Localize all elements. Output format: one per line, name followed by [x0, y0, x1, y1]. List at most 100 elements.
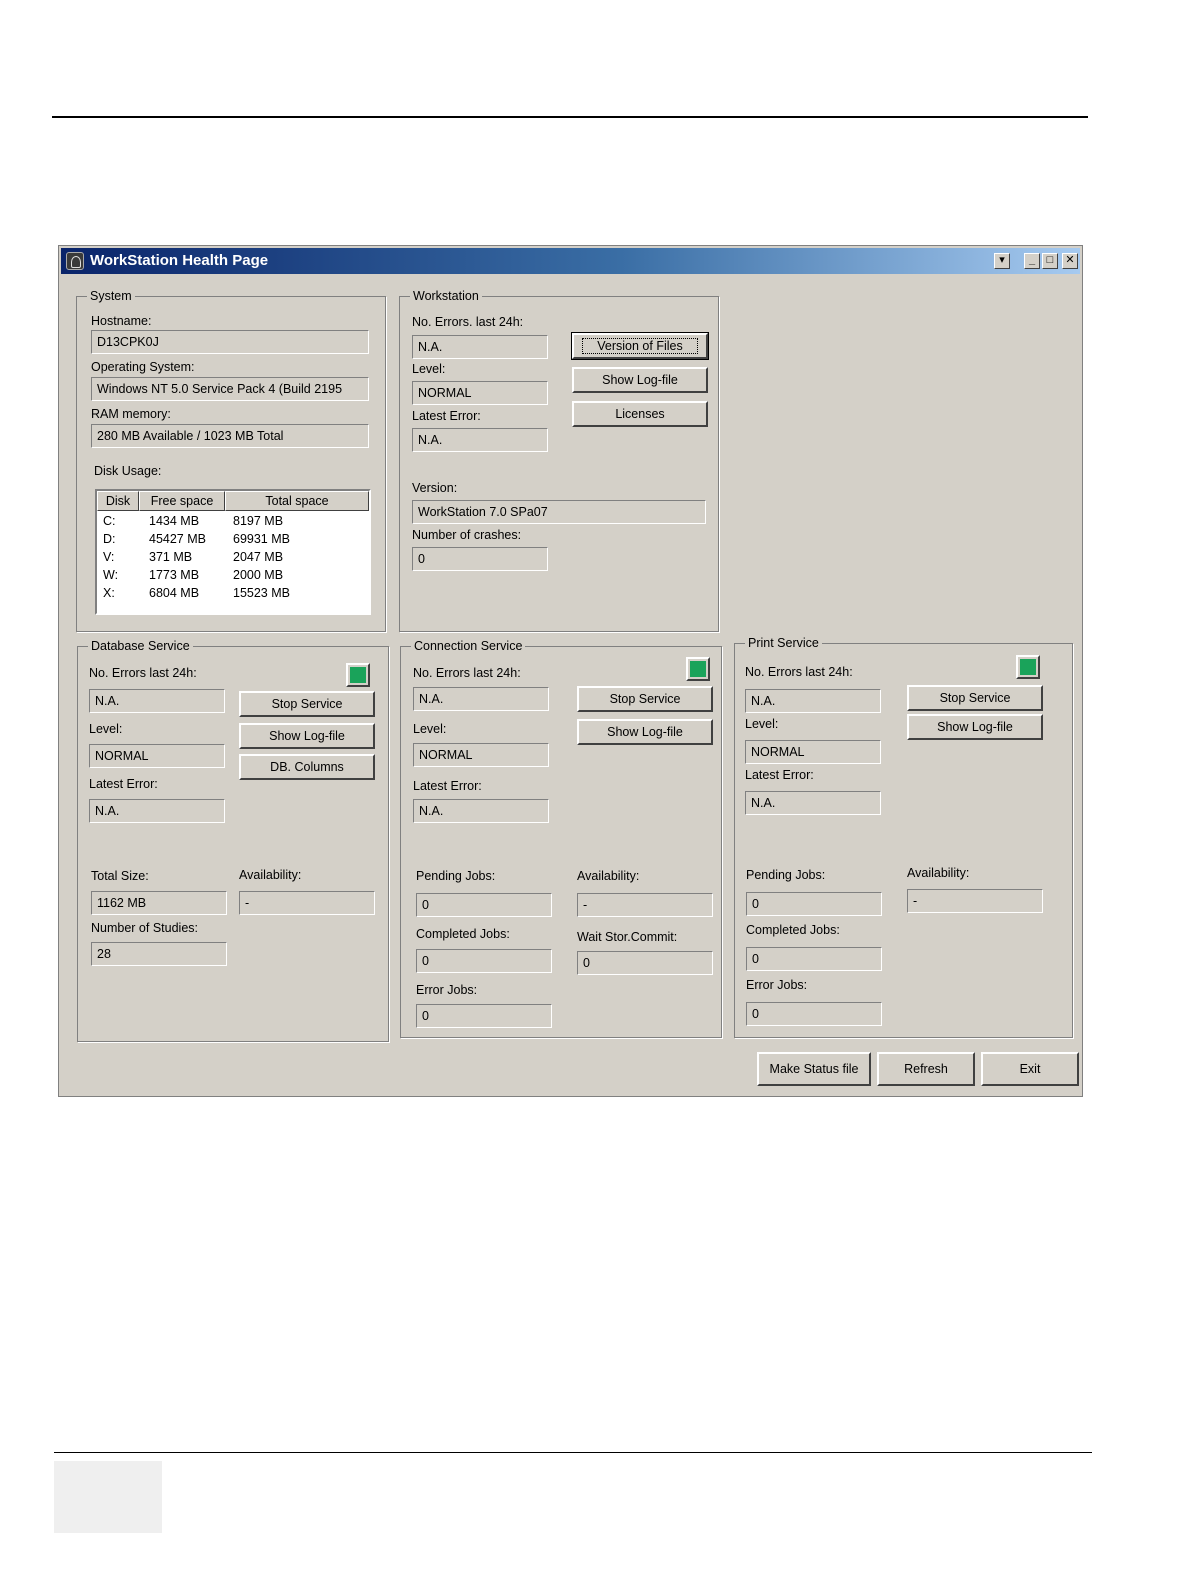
print-latest-error-label: Latest Error:	[745, 768, 814, 782]
table-row[interactable]: C: 1434 MB 8197 MB	[97, 512, 369, 530]
db-availability-field[interactable]: -	[239, 891, 375, 915]
os-field[interactable]: Windows NT 5.0 Service Pack 4 (Build 219…	[91, 377, 369, 401]
hostname-label: Hostname:	[91, 314, 152, 328]
maximize-icon[interactable]: □	[1042, 253, 1058, 269]
total-space-cell: 2000 MB	[233, 568, 284, 582]
db-errors-label: No. Errors last 24h:	[89, 666, 197, 680]
refresh-button[interactable]: Refresh	[877, 1052, 975, 1086]
column-header-total-space[interactable]: Total space	[225, 491, 369, 511]
connection-legend: Connection Service	[411, 639, 526, 653]
exit-button[interactable]: Exit	[981, 1052, 1079, 1086]
conn-availability-label: Availability:	[577, 869, 640, 883]
column-header-free-space[interactable]: Free space	[139, 491, 225, 511]
db-errors-field[interactable]: N.A.	[89, 689, 225, 713]
conn-pending-field[interactable]: 0	[416, 893, 552, 917]
conn-errors-field[interactable]: N.A.	[413, 687, 549, 711]
app-icon[interactable]	[66, 252, 84, 270]
conn-pending-label: Pending Jobs:	[416, 869, 496, 883]
health-page-window: WorkStation Health Page ▾ _ □ ✕ System H…	[58, 245, 1083, 1097]
ws-show-log-button[interactable]: Show Log-file	[572, 367, 708, 393]
conn-latest-error-field[interactable]: N.A.	[413, 799, 549, 823]
db-level-field[interactable]: NORMAL	[89, 744, 225, 768]
print-error-jobs-field[interactable]: 0	[746, 1002, 882, 1026]
print-pending-label: Pending Jobs:	[746, 868, 826, 882]
db-studies-field[interactable]: 28	[91, 942, 227, 966]
db-status-indicator-icon	[346, 663, 370, 687]
disk-usage-label: Disk Usage:	[94, 464, 162, 478]
version-of-files-label: Version of Files	[582, 338, 698, 354]
connection-service-group: Connection Service No. Errors last 24h: …	[400, 639, 722, 1038]
disk-cell: V:	[103, 550, 115, 564]
conn-errors-label: No. Errors last 24h:	[413, 666, 521, 680]
window-title: WorkStation Health Page	[90, 252, 269, 269]
print-completed-label: Completed Jobs:	[746, 923, 840, 937]
table-row[interactable]: X: 6804 MB 15523 MB	[97, 584, 369, 602]
table-row[interactable]: D: 45427 MB 69931 MB	[97, 530, 369, 548]
print-level-field[interactable]: NORMAL	[745, 740, 881, 764]
column-header-disk[interactable]: Disk	[97, 491, 139, 511]
make-status-file-button[interactable]: Make Status file	[757, 1052, 871, 1086]
db-latest-error-field[interactable]: N.A.	[89, 799, 225, 823]
print-stop-service-button[interactable]: Stop Service	[907, 685, 1043, 711]
header-rule	[52, 116, 1088, 118]
print-show-log-button[interactable]: Show Log-file	[907, 714, 1043, 740]
context-help-icon[interactable]: ▾	[994, 253, 1010, 269]
print-error-jobs-label: Error Jobs:	[746, 978, 808, 992]
print-errors-field[interactable]: N.A.	[745, 689, 881, 713]
ws-errors-field[interactable]: N.A.	[412, 335, 548, 359]
conn-availability-field[interactable]: -	[577, 893, 713, 917]
disk-usage-table[interactable]: Disk Free space Total space C: 1434 MB 8…	[95, 489, 371, 615]
hostname-field[interactable]: D13CPK0J	[91, 330, 369, 354]
version-of-files-button[interactable]: Version of Files	[571, 332, 709, 360]
conn-completed-label: Completed Jobs:	[416, 927, 510, 941]
minimize-icon[interactable]: _	[1024, 253, 1040, 269]
db-show-log-button[interactable]: Show Log-file	[239, 723, 375, 749]
title-bar[interactable]: WorkStation Health Page ▾ _ □ ✕	[61, 248, 1080, 274]
disk-cell: D:	[103, 532, 116, 546]
print-level-label: Level:	[745, 717, 779, 731]
conn-stop-service-button[interactable]: Stop Service	[577, 686, 713, 712]
print-status-indicator-icon	[1016, 655, 1040, 679]
conn-level-field[interactable]: NORMAL	[413, 743, 549, 767]
table-row[interactable]: W: 1773 MB 2000 MB	[97, 566, 369, 584]
print-latest-error-field[interactable]: N.A.	[745, 791, 881, 815]
free-space-cell: 371 MB	[149, 550, 193, 564]
ws-latest-error-field[interactable]: N.A.	[412, 428, 548, 452]
conn-error-jobs-field[interactable]: 0	[416, 1004, 552, 1028]
close-icon[interactable]: ✕	[1062, 253, 1078, 269]
print-availability-field[interactable]: -	[907, 889, 1043, 913]
conn-completed-field[interactable]: 0	[416, 949, 552, 973]
ram-field[interactable]: 280 MB Available / 1023 MB Total	[91, 424, 369, 448]
print-pending-field[interactable]: 0	[746, 892, 882, 916]
system-group: System Hostname: D13CPK0J Operating Syst…	[76, 289, 386, 632]
workstation-group: Workstation No. Errors. last 24h: N.A. L…	[399, 289, 719, 632]
db-studies-label: Number of Studies:	[91, 921, 198, 935]
print-errors-label: No. Errors last 24h:	[745, 665, 853, 679]
licenses-button[interactable]: Licenses	[572, 401, 708, 427]
conn-show-log-button[interactable]: Show Log-file	[577, 719, 713, 745]
print-availability-label: Availability:	[907, 866, 970, 880]
conn-level-label: Level:	[413, 722, 447, 736]
print-legend: Print Service	[745, 636, 822, 650]
print-completed-field[interactable]: 0	[746, 947, 882, 971]
conn-wait-stor-commit-field[interactable]: 0	[577, 951, 713, 975]
free-space-cell: 6804 MB	[149, 586, 200, 600]
db-columns-button[interactable]: DB. Columns	[239, 754, 375, 780]
db-total-size-field[interactable]: 1162 MB	[91, 891, 227, 915]
system-legend: System	[87, 289, 135, 303]
free-space-cell: 1434 MB	[149, 514, 200, 528]
workstation-legend: Workstation	[410, 289, 482, 303]
total-space-cell: 69931 MB	[233, 532, 290, 546]
ws-errors-label: No. Errors. last 24h:	[412, 315, 524, 329]
ws-level-label: Level:	[412, 362, 446, 376]
ws-crashes-field[interactable]: 0	[412, 547, 548, 571]
db-availability-label: Availability:	[239, 868, 302, 882]
footer-rule	[54, 1452, 1092, 1453]
ws-crashes-label: Number of crashes:	[412, 528, 522, 542]
ws-level-field[interactable]: NORMAL	[412, 381, 548, 405]
db-stop-service-button[interactable]: Stop Service	[239, 691, 375, 717]
ws-version-field[interactable]: WorkStation 7.0 SPa07	[412, 500, 706, 524]
disk-table-header: Disk Free space Total space	[97, 491, 369, 511]
table-row[interactable]: V: 371 MB 2047 MB	[97, 548, 369, 566]
conn-latest-error-label: Latest Error:	[413, 779, 482, 793]
